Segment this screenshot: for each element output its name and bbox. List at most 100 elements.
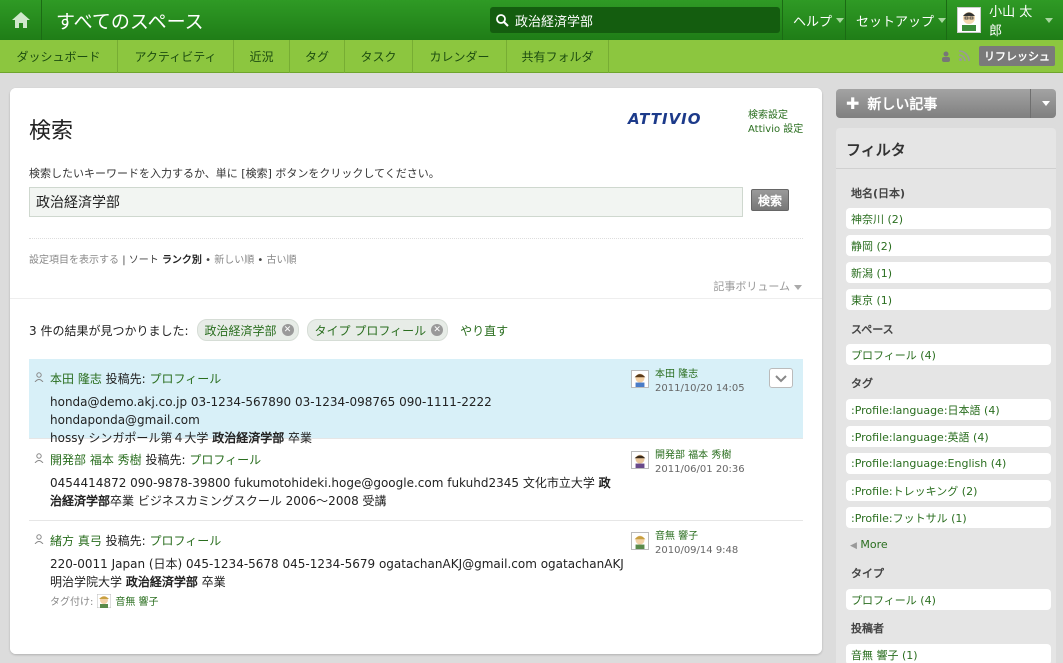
page-title: 検索 [29, 119, 74, 144]
result-target-link[interactable]: プロフィール [150, 372, 222, 386]
result-item[interactable]: 緒方 真弓 投稿先: プロフィール 220-0011 Japan (日本) 04… [29, 521, 803, 613]
filter-tag-item[interactable]: :Profile:フットサル (1) [846, 507, 1051, 528]
filter-panel: フィルタ 地名(日本) 神奈川 (2) 静岡 (2) 新潟 (1) 東京 (1)… [836, 128, 1056, 663]
filter-poster-item[interactable]: 音無 響子 (1) [846, 644, 1051, 663]
sort-oldest[interactable]: 古い順 [267, 255, 297, 266]
tab-status[interactable]: 近況 [234, 40, 290, 73]
result-target-link[interactable]: プロフィール [150, 534, 222, 548]
plus-icon: ✚ [846, 94, 860, 113]
result-item[interactable]: 開発部 福本 秀樹 投稿先: プロフィール 0454414872 090-987… [29, 440, 803, 521]
results-count: 3 件の結果が見つかりました: [29, 323, 189, 338]
result-item[interactable]: 本田 隆志 投稿先: プロフィール honda@demo.akj.co.jp 0… [29, 359, 803, 445]
filter-type-item[interactable]: プロフィール (4) [846, 589, 1051, 610]
chevron-down-icon [836, 17, 845, 23]
result-author[interactable]: 音無 響子 [655, 530, 738, 544]
global-search[interactable] [490, 7, 780, 33]
chevron-down-icon [794, 284, 802, 290]
sort-label: ソート [128, 255, 159, 266]
tab-calendar[interactable]: カレンダー [413, 40, 507, 73]
chevron-left-icon: ◀ [850, 541, 857, 551]
filter-heading-poster: 投稿者 [851, 622, 884, 635]
attivio-settings-links: 検索設定 Attivio 設定 [748, 109, 803, 137]
sort-rank[interactable]: ランク別 [162, 255, 202, 266]
result-meta: 本田 隆志 2011/10/20 14:05 [631, 368, 745, 396]
result-date: 2011/10/20 14:05 [655, 383, 745, 394]
result-title: 緒方 真弓 投稿先: プロフィール [50, 534, 222, 548]
result-body: honda@demo.akj.co.jp 03-1234-567890 03-1… [50, 395, 492, 445]
tagged-by-user[interactable]: 音無 響子 [115, 593, 158, 608]
search-button[interactable]: 検索 [751, 189, 789, 211]
filter-tag-item[interactable]: :Profile:language:英語 (4) [846, 426, 1051, 447]
tab-shared-folder[interactable]: 共有フォルダ [507, 40, 609, 73]
user-avatar-icon [631, 451, 649, 469]
setup-menu[interactable]: セットアップ [845, 0, 956, 40]
result-body: 0454414872 090-9878-39800 fukumotohideki… [50, 476, 611, 508]
search-query-input[interactable] [29, 187, 743, 217]
result-date: 2011/06/01 20:36 [655, 464, 745, 475]
filter-place-item[interactable]: 新潟 (1) [846, 262, 1051, 283]
result-meta: 音無 響子 2010/09/14 9:48 [631, 530, 738, 558]
retry-link[interactable]: やり直す [460, 322, 508, 339]
filter-more-link[interactable]: ◀ More [850, 538, 888, 551]
close-icon[interactable]: ✕ [281, 324, 294, 336]
tagged-by: タグ付け: 音無 響子 [50, 593, 159, 608]
home-button[interactable] [0, 0, 42, 40]
filter-heading-tag: タグ [851, 377, 873, 390]
filter-heading-place: 地名(日本) [851, 187, 906, 200]
avatar [957, 7, 982, 33]
show-settings-link[interactable]: 設定項目を表示する [29, 255, 119, 266]
chevron-down-icon [938, 17, 947, 23]
result-author[interactable]: 開発部 福本 秀樹 [655, 449, 745, 463]
new-post-button[interactable]: ✚ 新しい記事 [836, 89, 1056, 118]
tab-dashboard[interactable]: ダッシュボード [0, 40, 118, 73]
person-icon [34, 534, 44, 544]
filter-chip-type: タイプ プロフィール ✕ [306, 319, 449, 341]
person-icon [34, 453, 44, 463]
filter-place-item[interactable]: 東京 (1) [846, 289, 1051, 310]
refresh-button[interactable]: リフレッシュ [979, 46, 1055, 66]
new-post-menu-button[interactable] [1030, 89, 1056, 118]
filter-heading-type: タイプ [851, 567, 884, 580]
filter-space-item[interactable]: プロフィール (4) [846, 344, 1051, 365]
app-title[interactable]: すべてのスペース [56, 7, 204, 34]
post-volume-toggle[interactable]: 記事ボリューム [713, 278, 802, 294]
attivio-settings-link[interactable]: Attivio 設定 [748, 123, 803, 137]
result-actions-button[interactable] [769, 368, 793, 388]
filter-tag-item[interactable]: :Profile:トレッキング (2) [846, 480, 1051, 501]
tab-tags[interactable]: タグ [290, 40, 345, 73]
filter-heading-space: スペース [851, 323, 894, 336]
user-avatar-icon [631, 370, 649, 388]
filter-chip-keyword: 政治経済学部 ✕ [196, 319, 299, 341]
user-avatar-icon [962, 12, 977, 31]
global-search-input[interactable] [515, 12, 765, 28]
user-menu[interactable]: 小山 太郎 [946, 0, 1063, 40]
tab-activity[interactable]: アクティビティ [118, 40, 234, 73]
user-icon[interactable] [940, 50, 952, 62]
results-summary: 3 件の結果が見つかりました: 政治経済学部 ✕ タイプ プロフィール ✕ やり直す [29, 319, 508, 341]
search-panel: 検索 ATTIVIO 検索設定 Attivio 設定 検索したいキーワードを入力… [10, 88, 822, 654]
help-menu[interactable]: ヘルプ [782, 0, 854, 40]
result-title: 本田 隆志 投稿先: プロフィール [50, 372, 222, 386]
sort-newest[interactable]: 新しい順 [214, 255, 254, 266]
result-author[interactable]: 本田 隆志 [655, 368, 745, 382]
rss-icon[interactable] [958, 50, 970, 62]
filter-tag-item[interactable]: :Profile:language:English (4) [846, 453, 1051, 474]
user-avatar-icon [97, 593, 112, 608]
chevron-down-icon [1045, 17, 1053, 23]
results-area: 3 件の結果が見つかりました: 政治経済学部 ✕ タイプ プロフィール ✕ やり直す… [10, 298, 822, 654]
attivio-logo: ATTIVIO [628, 110, 702, 128]
filter-place-item[interactable]: 静岡 (2) [846, 235, 1051, 256]
result-target-link[interactable]: プロフィール [189, 453, 261, 467]
search-settings-link[interactable]: 検索設定 [748, 109, 803, 123]
close-icon[interactable]: ✕ [431, 324, 444, 336]
chevron-down-icon [775, 375, 787, 383]
person-icon [34, 372, 44, 382]
result-name-link[interactable]: 開発部 福本 秀樹 [50, 453, 142, 467]
main-nav: ダッシュボード アクティビティ 近況 タグ タスク カレンダー 共有フォルダ リ… [0, 40, 1063, 73]
result-name-link[interactable]: 緒方 真弓 [50, 534, 102, 548]
filter-place-item[interactable]: 神奈川 (2) [846, 208, 1051, 229]
result-name-link[interactable]: 本田 隆志 [50, 372, 102, 386]
divider [29, 238, 803, 239]
tab-tasks[interactable]: タスク [345, 40, 413, 73]
filter-tag-item[interactable]: :Profile:language:日本語 (4) [846, 399, 1051, 420]
